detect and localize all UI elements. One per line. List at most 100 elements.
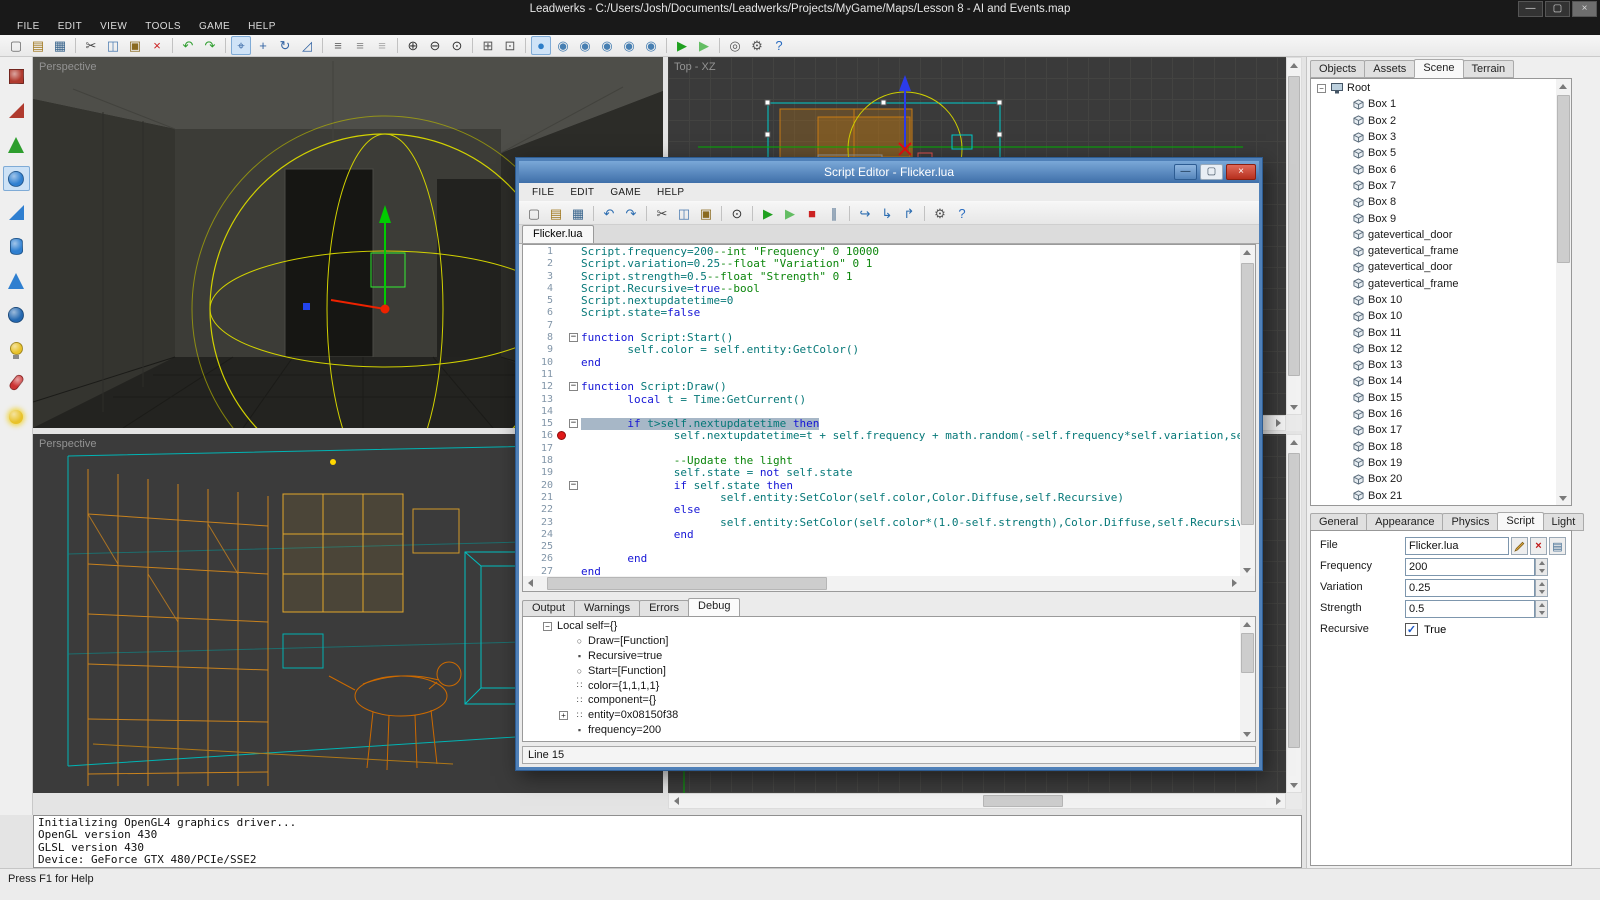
code-line[interactable]: 2 Script.variation=0.25--float "Variation… [523,257,1240,270]
scroll-up-button[interactable] [1556,79,1570,93]
menu-edit[interactable]: EDIT [49,18,91,35]
editor-maximize-button[interactable]: ▢ [1200,164,1223,180]
fold-gutter[interactable] [568,283,581,295]
breakpoint-gutter[interactable] [556,258,568,270]
breakpoint-gutter[interactable] [556,357,568,369]
grid-increase-icon[interactable]: ⊞ [478,36,498,55]
bottom-viewport-vscrollbar[interactable] [1286,434,1302,793]
options-icon[interactable]: ⚙ [930,204,950,223]
cube-tool[interactable] [3,64,30,89]
scroll-left-button[interactable] [669,794,683,808]
scene-tree-item[interactable]: Box 3 [1311,129,1556,145]
view-back-icon[interactable]: ◉ [575,36,595,55]
scroll-up-button[interactable] [1240,245,1254,259]
fold-gutter[interactable] [568,246,581,258]
fold-gutter[interactable] [568,394,581,406]
tab-script[interactable]: Script [1497,512,1544,531]
spinner-up[interactable] [1536,601,1547,609]
scene-tree-item[interactable]: Box 17 [1311,422,1556,438]
cylinder-tool[interactable] [3,234,30,259]
fold-gutter[interactable]: − [568,418,581,430]
undo-icon[interactable]: ↶ [178,36,198,55]
align-vertical-icon[interactable]: ≡ [350,36,370,55]
load-script-button[interactable]: ▤ [1549,537,1566,555]
spinner-up[interactable] [1536,559,1547,567]
breakpoint-gutter[interactable] [556,394,568,406]
fold-gutter[interactable] [568,529,581,541]
menu-game[interactable]: GAME [190,18,239,35]
fold-gutter[interactable] [568,271,581,283]
geosphere-tool[interactable] [3,302,30,327]
scene-tree-item[interactable]: gatevertical_door [1311,227,1556,243]
breakpoint-gutter[interactable] [556,443,568,455]
breakpoint-gutter[interactable] [556,283,568,295]
variation-input[interactable] [1405,579,1535,597]
breakpoint-gutter[interactable] [556,271,568,283]
screenshot-icon[interactable]: ◎ [725,36,745,55]
pyramid-tool[interactable] [3,268,30,293]
fold-collapse-icon[interactable]: − [569,419,578,429]
grid-decrease-icon[interactable]: ⊡ [500,36,520,55]
strength-spinner[interactable] [1535,600,1548,618]
scroll-left-button[interactable] [523,576,537,590]
pointlight-tool[interactable] [3,404,30,429]
code-line[interactable]: 26 end [523,553,1240,565]
breakpoint-gutter[interactable] [556,344,568,356]
breakpoint-gutter[interactable] [556,307,568,319]
tab-output[interactable]: Output [522,600,576,617]
menu-tools[interactable]: TOOLS [136,18,190,35]
spinner-down[interactable] [1536,567,1547,575]
new-map-icon[interactable]: ▢ [6,36,26,55]
code-line[interactable]: 22 else [523,504,1240,516]
tab-general[interactable]: General [1310,513,1368,531]
spinner-down[interactable] [1536,588,1547,596]
zoom-in-icon[interactable]: ⊕ [403,36,423,55]
editor-menu-edit[interactable]: EDIT [562,187,602,198]
gizmo-arrow[interactable] [899,75,911,91]
fold-gutter[interactable] [568,344,581,356]
code-line[interactable]: 19 self.state = not self.state [523,467,1240,480]
scene-tree-item[interactable]: Box 16 [1311,406,1556,422]
fold-gutter[interactable] [568,406,581,418]
scene-tree-item[interactable]: Box 20 [1311,471,1556,487]
debug-tree-item[interactable]: ∷ color={1,1,1,1} [523,678,1240,693]
rotate-tool-icon[interactable]: ↻ [275,36,295,55]
options-icon[interactable]: ⚙ [747,36,767,55]
scroll-up-button[interactable] [1287,58,1301,72]
new-script-icon[interactable]: ▢ [524,204,544,223]
variation-spinner[interactable] [1535,579,1548,597]
select-tool-icon[interactable]: ⌖ [231,36,251,55]
debug-tree-item[interactable]: + ∷ entity=0x08150f38 [523,708,1240,723]
scene-tree-root[interactable]: − Root [1311,80,1556,96]
breakpoint-gutter[interactable] [556,504,568,516]
fold-gutter[interactable] [568,295,581,307]
fold-gutter[interactable] [568,320,581,332]
scrollbar-thumb[interactable] [1241,633,1254,673]
tab-terrain[interactable]: Terrain [1462,60,1515,78]
collapse-icon[interactable]: − [1317,83,1326,93]
scene-tree-item[interactable]: gatevertical_frame [1311,276,1556,292]
scale-tool-icon[interactable]: ◿ [297,36,317,55]
debug-tree-item[interactable]: − Local self={} [523,619,1240,634]
debug-tree-item[interactable]: ▪ frequency=200 [523,723,1240,738]
run-debug-icon[interactable]: ▶ [694,36,714,55]
breakpoint-gutter[interactable] [556,517,568,529]
scene-tree-item[interactable]: Box 10 [1311,308,1556,324]
scroll-down-button[interactable] [1287,778,1301,792]
gizmo-z-handle[interactable] [303,303,310,310]
editor-minimize-button[interactable]: — [1174,164,1197,180]
file-input[interactable] [1405,537,1509,555]
scene-tree-item[interactable]: Box 21 [1311,487,1556,503]
fold-gutter[interactable]: − [568,480,581,492]
breakpoint-gutter[interactable] [556,566,568,576]
recursive-checkbox[interactable]: ✓ [1405,623,1418,636]
gizmo-origin[interactable] [380,304,390,314]
code-line[interactable]: 27 end [523,565,1240,576]
editor-menu-help[interactable]: HELP [649,187,692,198]
breakpoint-gutter[interactable] [556,418,568,430]
scene-tree-item[interactable]: Box 10 [1311,292,1556,308]
menu-file[interactable]: FILE [8,18,49,35]
open-script-icon[interactable]: ▤ [546,204,566,223]
console-output[interactable]: Initializing OpenGL4 graphics driver... … [33,815,1302,868]
zoom-fit-icon[interactable]: ⊙ [447,36,467,55]
